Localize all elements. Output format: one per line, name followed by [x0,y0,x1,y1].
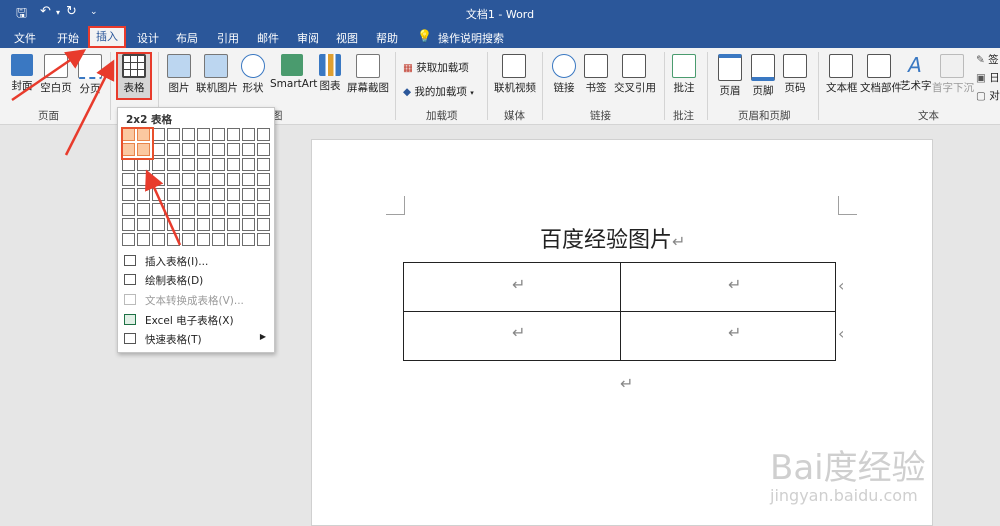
arrow-to-insert-tab [11,49,87,102]
watermark-logo: Bai度经验 [770,448,926,488]
arrow-to-table-button [64,59,115,156]
arrow-to-grid-selection [145,169,182,246]
watermark-url: jingyan.baidu.com [770,486,918,505]
